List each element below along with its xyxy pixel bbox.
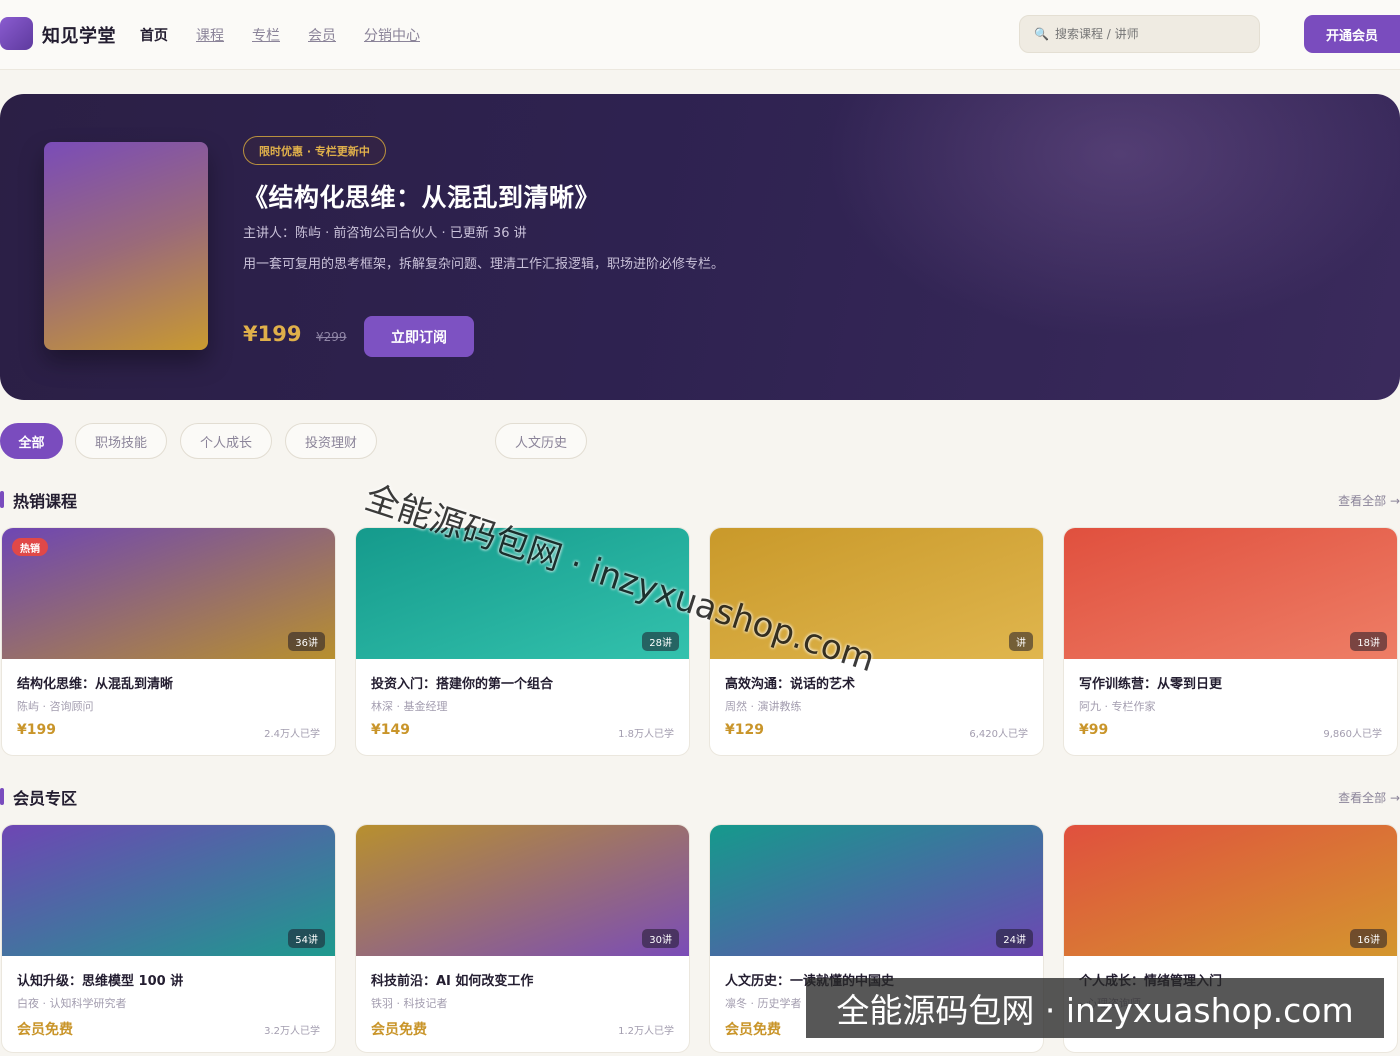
course-cover	[710, 528, 1043, 659]
promo-badge: 限时优惠 · 专栏更新中	[243, 136, 386, 165]
learner-count: 2.4万人已学	[264, 729, 320, 740]
learner-count: 3.2万人已学	[264, 1026, 320, 1037]
top-header: 知见学堂 首页 课程 专栏 会员 分销中心 🔍 开通会员	[0, 0, 1400, 70]
lesson-count: 30讲	[642, 929, 679, 948]
main-nav: 首页 课程 专栏 会员 分销中心	[140, 25, 448, 45]
lesson-count: 16讲	[1350, 929, 1387, 948]
nav-courses[interactable]: 课程	[196, 25, 224, 45]
filter-all[interactable]: 全部	[0, 423, 63, 459]
search-input[interactable]	[1054, 27, 1245, 41]
course-cover	[710, 825, 1043, 956]
member-course-card[interactable]: 24讲 人文历史：一读就懂的中国史 凛冬 · 历史学者 会员免费	[709, 824, 1044, 1053]
lesson-count: 28讲	[642, 632, 679, 651]
member-course-card[interactable]: 16讲 个人成长：情绪管理入门 · 心理咨询师	[1063, 824, 1398, 1053]
hot-section-header: 热销课程 查看全部 →	[0, 488, 1400, 512]
member-section-title: 会员专区	[13, 789, 78, 808]
course-title: 个人成长：情绪管理入门	[1079, 974, 1223, 989]
course-author: 阿九 · 专栏作家	[1079, 700, 1156, 713]
course-price: 会员免费	[371, 1022, 427, 1038]
logo-icon[interactable]	[0, 17, 33, 50]
subscribe-button[interactable]: 立即订阅	[364, 316, 474, 357]
learner-count: 6,420人已学	[969, 729, 1028, 740]
open-membership-button[interactable]: 开通会员	[1304, 15, 1400, 53]
hero-banner: 限时优惠 · 专栏更新中 《结构化思维：从混乱到清晰》 主讲人：陈屿 · 前咨询…	[0, 94, 1400, 400]
hot-tag: 热销	[12, 538, 48, 556]
lesson-count: 54讲	[288, 929, 325, 948]
course-title: 投资入门：搭建你的第一个组合	[371, 677, 554, 692]
course-author: 白夜 · 认知科学研究者	[17, 997, 127, 1010]
section-accent-bar	[0, 491, 4, 508]
hero-description: 用一套可复用的思考框架，拆解复杂问题、理清工作汇报逻辑，职场进阶必修专栏。	[243, 257, 725, 272]
course-title: 人文历史：一读就懂的中国史	[725, 974, 895, 989]
course-cover	[356, 825, 689, 956]
member-view-all-link[interactable]: 查看全部 →	[1338, 789, 1400, 806]
nav-membership[interactable]: 会员	[308, 25, 336, 45]
learner-count: 1.8万人已学	[618, 729, 674, 740]
course-cover	[2, 825, 335, 956]
member-course-card[interactable]: 54讲 认知升级：思维模型 100 讲 白夜 · 认知科学研究者 会员免费 3.…	[1, 824, 336, 1053]
course-price: ¥129	[725, 722, 764, 738]
member-section-header: 会员专区 查看全部 →	[0, 785, 1400, 809]
course-title: 写作训练营：从零到日更	[1079, 677, 1223, 692]
filter-history[interactable]: 人文历史	[495, 423, 587, 459]
learner-count: 9,860人已学	[1323, 729, 1382, 740]
lesson-count: 18讲	[1350, 632, 1387, 651]
nav-distribution[interactable]: 分销中心	[364, 25, 420, 45]
course-author: 铁羽 · 科技记者	[371, 997, 448, 1010]
lesson-count: 讲	[1009, 632, 1033, 651]
logo-text[interactable]: 知见学堂	[42, 22, 116, 48]
filter-career[interactable]: 职场技能	[75, 423, 167, 459]
section-accent-bar	[0, 788, 4, 805]
course-card[interactable]: 热销 36讲 结构化思维：从混乱到清晰 陈屿 · 咨询顾问 ¥199 2.4万人…	[1, 527, 336, 756]
course-card[interactable]: 讲 高效沟通：说话的艺术 周然 · 演讲教练 ¥129 6,420人已学	[709, 527, 1044, 756]
course-author: · 心理咨询师	[1079, 997, 1141, 1010]
course-cover	[1064, 825, 1397, 956]
nav-home[interactable]: 首页	[140, 25, 168, 45]
search-icon: 🔍	[1034, 27, 1049, 41]
course-author: 陈屿 · 咨询顾问	[17, 700, 94, 713]
hot-section-title: 热销课程	[13, 492, 78, 511]
filter-investing[interactable]: 投资理财	[285, 423, 377, 459]
course-title: 结构化思维：从混乱到清晰	[17, 677, 174, 692]
course-title: 高效沟通：说话的艺术	[725, 677, 856, 692]
course-title: 科技前沿：AI 如何改变工作	[371, 974, 534, 989]
course-cover	[356, 528, 689, 659]
course-price: ¥99	[1079, 722, 1109, 738]
course-card[interactable]: 28讲 投资入门：搭建你的第一个组合 林深 · 基金经理 ¥149 1.8万人已…	[355, 527, 690, 756]
course-card[interactable]: 18讲 写作训练营：从零到日更 阿九 · 专栏作家 ¥99 9,860人已学	[1063, 527, 1398, 756]
learner-count: 1.2万人已学	[618, 1026, 674, 1037]
course-price: 会员免费	[725, 1022, 781, 1038]
hero-price: ¥199	[243, 322, 302, 346]
course-author: 周然 · 演讲教练	[725, 700, 802, 713]
hero-meta: 主讲人：陈屿 · 前咨询公司合伙人 · 已更新 36 讲	[243, 226, 527, 241]
nav-columns[interactable]: 专栏	[252, 25, 280, 45]
course-author: 林深 · 基金经理	[371, 700, 448, 713]
member-course-card[interactable]: 30讲 科技前沿：AI 如何改变工作 铁羽 · 科技记者 会员免费 1.2万人已…	[355, 824, 690, 1053]
lesson-count: 36讲	[288, 632, 325, 651]
hot-view-all-link[interactable]: 查看全部 →	[1338, 492, 1400, 509]
search-box[interactable]: 🔍	[1019, 15, 1260, 53]
filter-growth[interactable]: 个人成长	[180, 423, 272, 459]
course-price: ¥149	[371, 722, 410, 738]
course-price: 会员免费	[17, 1022, 73, 1038]
lesson-count: 24讲	[996, 929, 1033, 948]
hero-original-price: ¥299	[316, 330, 347, 344]
course-title: 认知升级：思维模型 100 讲	[17, 974, 184, 989]
course-author: 凛冬 · 历史学者	[725, 997, 802, 1010]
hero-title: 《结构化思维：从混乱到清晰》	[243, 183, 601, 212]
course-cover	[1064, 528, 1397, 659]
course-cover	[2, 528, 335, 659]
course-price: ¥199	[17, 722, 56, 738]
hero-cover-image[interactable]	[44, 142, 208, 350]
